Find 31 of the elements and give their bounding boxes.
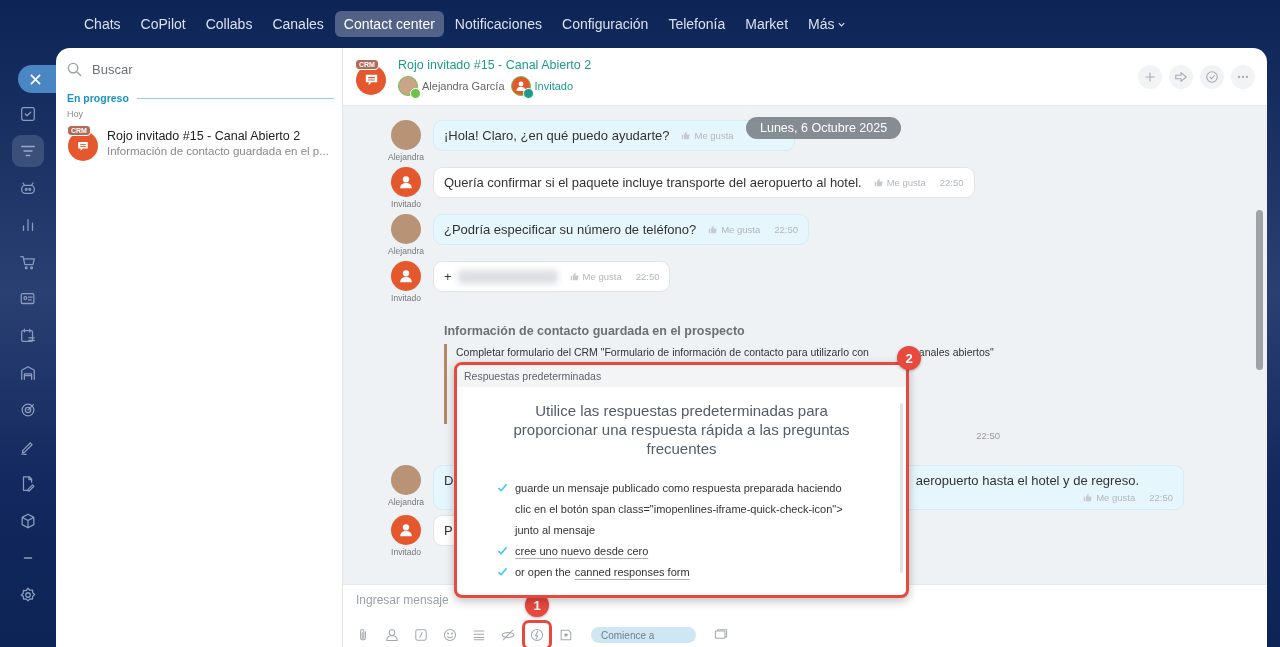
- message-text: P: [444, 523, 453, 538]
- date-label: Lunes, 6 Octubre 2025: [746, 117, 902, 139]
- message-time: 22:50: [774, 224, 799, 235]
- system-message-title: Información de contacto guardada en el prospecto: [444, 324, 746, 338]
- system-message-text: anales abiertos": [918, 346, 994, 358]
- message-text: aeropuerto hasta el hotel y de regreso.: [915, 473, 1140, 488]
- system-message-text: Completar formulario del CRM "Formulario de información de contacto para utilizarlo con: [456, 346, 869, 358]
- author-name: Alejandra: [388, 497, 424, 507]
- message-text: ¿Podría especificar su número de teléfono?: [444, 222, 697, 237]
- popup-title: Respuestas predeterminadas: [457, 365, 906, 387]
- message-time: 22:50: [635, 271, 660, 282]
- author-name: Alejandra: [388, 152, 424, 162]
- participant-name: Invitado: [534, 79, 574, 92]
- author-name: Invitado: [391, 199, 421, 209]
- author-name: Alejandra: [388, 246, 424, 256]
- chat-title: Rojo invitado #15 - Canal Abierto 2: [107, 129, 302, 143]
- group-label: Hoy: [67, 109, 84, 119]
- message-time: 22:50: [939, 177, 964, 188]
- message-text: D: [444, 473, 454, 488]
- message-time: 22:50: [1149, 492, 1173, 503]
- message-text: Quería confirmar si el paquete incluye transporte del aeropuerto al hotel.: [444, 175, 862, 190]
- author-name: Invitado: [391, 293, 421, 303]
- list-item-text: or open the: [515, 565, 571, 580]
- participant-name: Alejandra García: [422, 79, 505, 92]
- message-time: 22:50: [976, 430, 1000, 441]
- section-title: En progreso: [67, 92, 129, 104]
- popup-heading: Utilice las respuestas predeterminadas para proporcionar una respuesta rápida a las preguntas frecuentes: [512, 401, 851, 458]
- chat-preview: Información de contacto guardada en el p...: [107, 145, 329, 157]
- message-text: ¡Hola! Claro, ¿en qué puedo ayudarte?: [444, 128, 670, 143]
- message-text: +: [444, 269, 452, 284]
- author-name: Invitado: [391, 547, 421, 557]
